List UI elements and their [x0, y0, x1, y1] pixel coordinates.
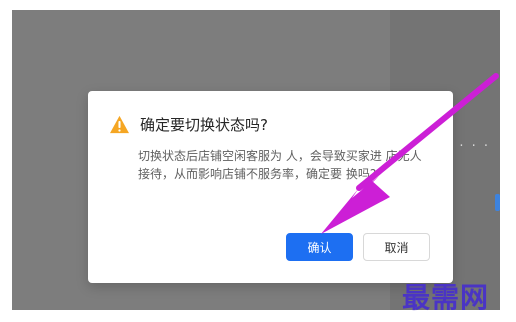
dialog-title: 确定要切换状态吗? [140, 116, 268, 134]
dialog-actions: 确认 取消 [286, 233, 430, 261]
switch-status-dialog: 确定要切换状态吗? 切换状态后店铺空闲客服为 人，会导致买家进 店无人接待，从而… [88, 91, 453, 283]
cancel-button[interactable]: 取消 [363, 233, 430, 261]
more-icon: · · · [459, 139, 490, 154]
dialog-message: 切换状态后店铺空闲客服为 人，会导致买家进 店无人接待，从而影响店铺不服务率，确… [138, 149, 422, 181]
warning-icon [110, 115, 129, 134]
dialog-title-row: 确定要切换状态吗? [109, 114, 268, 135]
watermark: 最需网 [402, 281, 490, 314]
screen: · · · 确定要切换状态吗? 切换状态后店铺空闲客服为 人，会导致买家进 店无… [0, 0, 516, 322]
confirm-button[interactable]: 确认 [286, 233, 353, 261]
side-scroll-tab[interactable] [495, 194, 500, 211]
